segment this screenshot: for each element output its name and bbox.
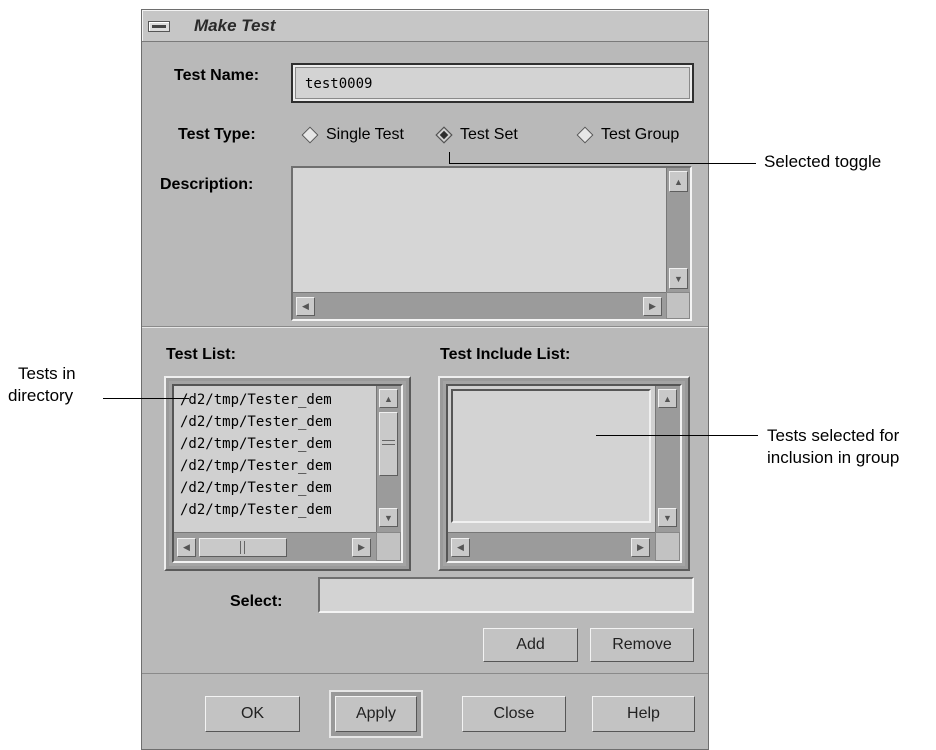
make-test-dialog: Make Test Test Name: test0009 Test Type:… <box>141 9 709 750</box>
tests-in-directory-callout-line2: directory <box>8 386 74 405</box>
toggle-test-set-label: Test Set <box>460 126 518 143</box>
list-item[interactable]: /d2/tmp/Tester_dem <box>177 455 373 477</box>
diamond-toggle-selected-icon <box>435 126 453 144</box>
test-type-label: Test Type: <box>178 126 256 143</box>
test-name-value: test0009 <box>305 76 373 92</box>
list-item[interactable]: /d2/tmp/Tester_dem <box>177 433 373 455</box>
remove-button[interactable]: Remove <box>590 628 694 662</box>
apply-button[interactable]: Apply <box>329 690 423 738</box>
test-list-label: Test List: <box>166 346 236 363</box>
test-list-viewport: /d2/tmp/Tester_dem /d2/tmp/Tester_dem /d… <box>172 384 403 563</box>
description-vscroll[interactable]: ▲ ▼ <box>666 168 690 292</box>
scroll-left-icon[interactable]: ◀ <box>296 297 315 316</box>
diamond-toggle-icon <box>576 126 594 144</box>
scroll-down-icon[interactable]: ▼ <box>669 268 688 289</box>
tests-selected-callout-line <box>596 435 758 436</box>
description-textarea[interactable]: ▲ ▼ ◀ ▶ <box>291 166 692 321</box>
test-name-field[interactable]: test0009 <box>291 63 694 103</box>
list-item[interactable]: /d2/tmp/Tester_dem <box>177 477 373 499</box>
thumb-grip <box>382 444 395 445</box>
scroll-right-icon[interactable]: ▶ <box>352 538 371 557</box>
toggle-test-group-label: Test Group <box>601 126 680 143</box>
scroll-left-icon[interactable]: ◀ <box>451 538 470 557</box>
description-hscroll[interactable]: ◀ ▶ <box>293 292 666 319</box>
toggle-single-test-label: Single Test <box>326 126 404 143</box>
select-field[interactable] <box>318 577 694 613</box>
window-menu-icon[interactable] <box>148 21 170 32</box>
test-list-hscroll[interactable]: ◀ ▶ <box>174 532 376 561</box>
scroll-up-icon[interactable]: ▲ <box>658 389 677 408</box>
thumb-grip <box>240 541 241 554</box>
test-include-list-box[interactable]: ▲ ▼ ◀ ▶ <box>438 376 690 571</box>
toggle-single-test[interactable]: Single Test <box>300 126 404 144</box>
separator-highlight <box>142 327 708 328</box>
test-list-vscroll[interactable]: ▲ ▼ <box>376 386 401 532</box>
title-bar[interactable]: Make Test <box>142 10 708 42</box>
tests-selected-callout-line2: inclusion in group <box>767 448 900 467</box>
scroll-thumb[interactable] <box>379 412 398 476</box>
test-include-list-rows <box>451 389 651 523</box>
toggle-test-set[interactable]: Test Set <box>434 126 518 144</box>
toggle-test-group[interactable]: Test Group <box>575 126 679 144</box>
diamond-toggle-icon <box>301 126 319 144</box>
thumb-grip <box>244 541 245 554</box>
scroll-left-icon[interactable]: ◀ <box>177 538 196 557</box>
include-list-vscroll[interactable]: ▲ ▼ <box>655 386 680 532</box>
test-name-label: Test Name: <box>174 67 260 84</box>
list-item[interactable]: /d2/tmp/Tester_dem <box>177 499 373 521</box>
scroll-corner <box>376 532 401 561</box>
test-include-list-viewport: ▲ ▼ ◀ ▶ <box>446 384 682 563</box>
test-list-box[interactable]: /d2/tmp/Tester_dem /d2/tmp/Tester_dem /d… <box>164 376 411 571</box>
selected-toggle-callout-tick <box>449 152 450 163</box>
scroll-right-icon[interactable]: ▶ <box>643 297 662 316</box>
tests-in-directory-callout-line1: Tests in <box>18 364 76 383</box>
window-title: Make Test <box>194 16 276 35</box>
list-item[interactable]: /d2/tmp/Tester_dem <box>177 389 373 411</box>
description-text <box>293 168 666 292</box>
description-label: Description: <box>160 176 254 193</box>
scroll-up-icon[interactable]: ▲ <box>669 171 688 192</box>
tests-selected-callout-line1: Tests selected for <box>767 426 900 445</box>
ok-button[interactable]: OK <box>205 696 300 732</box>
test-include-list-label: Test Include List: <box>440 346 571 363</box>
help-button[interactable]: Help <box>592 696 695 732</box>
scroll-corner <box>666 292 690 319</box>
thumb-grip <box>382 440 395 441</box>
scroll-right-icon[interactable]: ▶ <box>631 538 650 557</box>
selected-toggle-callout: Selected toggle <box>764 152 882 171</box>
include-list-hscroll[interactable]: ◀ ▶ <box>448 532 655 561</box>
scroll-down-icon[interactable]: ▼ <box>379 508 398 527</box>
scroll-down-icon[interactable]: ▼ <box>658 508 677 527</box>
add-button[interactable]: Add <box>483 628 578 662</box>
scroll-up-icon[interactable]: ▲ <box>379 389 398 408</box>
scroll-corner <box>655 532 680 561</box>
list-item[interactable]: /d2/tmp/Tester_dem <box>177 411 373 433</box>
close-button[interactable]: Close <box>462 696 566 732</box>
selected-toggle-callout-line <box>449 163 756 164</box>
separator <box>142 673 708 674</box>
select-label: Select: <box>230 593 283 610</box>
test-list-rows: /d2/tmp/Tester_dem /d2/tmp/Tester_dem /d… <box>177 389 373 523</box>
tests-in-directory-callout-line <box>103 398 189 399</box>
scroll-thumb[interactable] <box>199 538 287 557</box>
